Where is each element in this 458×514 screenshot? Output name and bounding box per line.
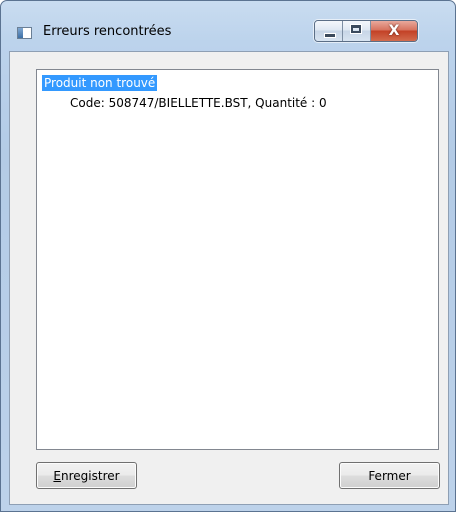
errors-listbox[interactable]: Produit non trouvé Code: 508747/BIELLETT… <box>36 69 439 450</box>
close-icon: X <box>388 23 400 39</box>
title-bar[interactable]: Erreurs rencontrées X <box>1 1 455 45</box>
dialog-window: Erreurs rencontrées X Produit non trouvé… <box>0 0 456 512</box>
window-title: Erreurs rencontrées <box>43 24 172 39</box>
close-window-button[interactable]: X <box>371 21 417 41</box>
dialog-client-area: Produit non trouvé Code: 508747/BIELLETT… <box>9 51 449 505</box>
save-button[interactable]: Enregistrer <box>36 462 137 489</box>
app-window-icon <box>17 27 32 39</box>
save-button-label: nregistrer <box>61 468 120 483</box>
minimize-button[interactable] <box>315 21 343 41</box>
minimize-icon <box>324 33 336 38</box>
close-button[interactable]: Fermer <box>339 462 440 489</box>
list-item-detail[interactable]: Code: 508747/BIELLETTE.BST, Quantité : 0 <box>70 95 327 111</box>
maximize-icon <box>350 24 362 34</box>
caption-buttons: X <box>314 20 418 42</box>
list-item-selected[interactable]: Produit non trouvé <box>42 75 158 91</box>
maximize-button[interactable] <box>343 21 371 41</box>
save-button-mnemonic: E <box>53 468 62 483</box>
